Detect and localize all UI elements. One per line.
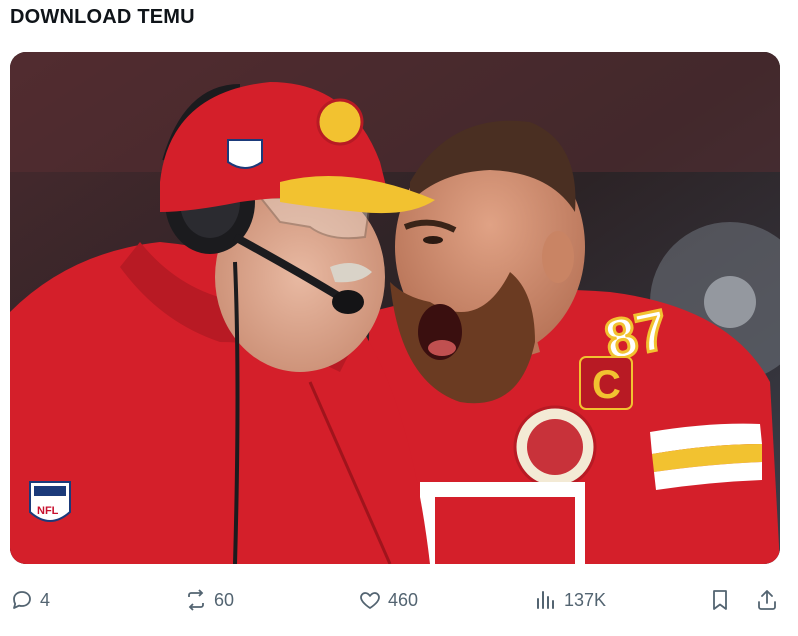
reply-button[interactable]: 4 — [10, 580, 50, 620]
reply-count: 4 — [40, 590, 51, 610]
share-icon — [758, 590, 776, 610]
views-button[interactable]: 137K — [534, 580, 606, 620]
nfl-logo-text: NFL — [37, 505, 59, 517]
photo-illustration: 87 C NFL — [10, 52, 780, 564]
post-image[interactable]: 87 C NFL — [10, 52, 780, 564]
heart-icon — [360, 592, 380, 609]
post-text: DOWNLOAD TEMU — [10, 6, 195, 28]
bookmark-button[interactable] — [708, 580, 732, 620]
repost-icon — [188, 589, 204, 611]
captain-patch: C — [592, 363, 621, 407]
action-bar: 4 60 460 137K — [0, 580, 798, 620]
reply-icon — [13, 591, 31, 609]
like-count: 460 — [388, 590, 419, 610]
share-button[interactable] — [755, 580, 779, 620]
like-button[interactable]: 460 — [358, 580, 418, 620]
views-icon — [537, 591, 554, 609]
repost-button[interactable]: 60 — [184, 580, 234, 620]
views-count: 137K — [564, 590, 607, 610]
repost-count: 60 — [214, 590, 235, 610]
bookmark-icon — [713, 590, 727, 610]
